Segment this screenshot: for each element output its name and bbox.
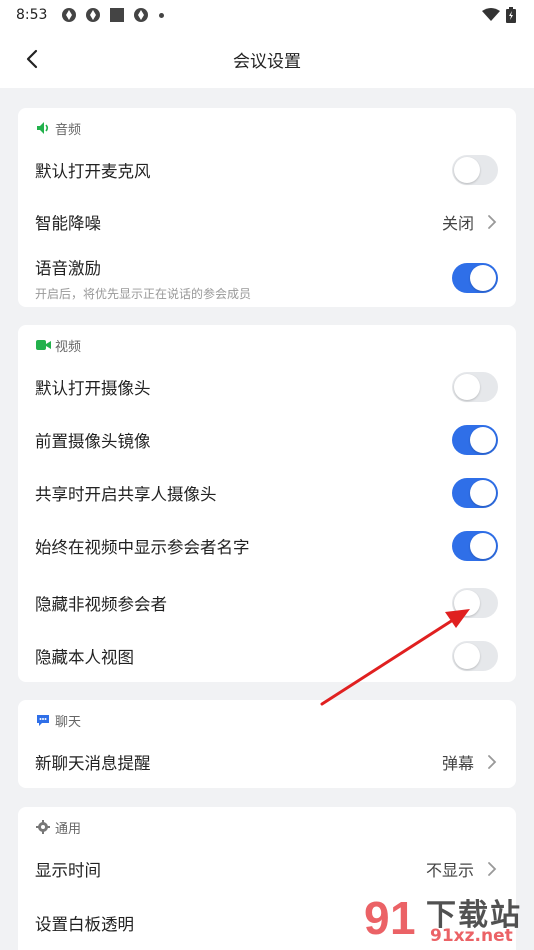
audio-section-card: 音频 默认打开麦克风 智能降噪 关闭 语音激励 开启后，将优先显示正在说话的参会… <box>18 108 516 307</box>
chat-section-title: 聊天 <box>55 714 82 730</box>
page-title: 会议设置 <box>233 51 301 72</box>
setting-row-default-camera[interactable]: 默认打开摄像头 <box>18 365 516 409</box>
toggle-knob <box>470 533 496 559</box>
battery-icon <box>506 7 516 23</box>
setting-row-share-camera[interactable]: 共享时开启共享人摄像头 <box>18 471 516 515</box>
general-section-header: 通用 <box>18 807 516 847</box>
noise-reduction-value: 关闭 <box>441 214 474 233</box>
setting-label: 隐藏非视频参会者 <box>35 595 167 614</box>
video-section-card: 视频 默认打开摄像头 前置摄像头镜像 共享时开启共享人摄像头 始终在视频中显示参… <box>18 325 516 682</box>
setting-label: 默认打开摄像头 <box>35 379 151 398</box>
video-section-title: 视频 <box>55 339 82 355</box>
image-notification-icon <box>110 8 125 22</box>
setting-row-default-mic[interactable]: 默认打开麦克风 <box>18 148 516 192</box>
setting-label: 前置摄像头镜像 <box>35 432 151 451</box>
gear-icon <box>35 819 51 835</box>
default-mic-toggle[interactable] <box>452 155 498 185</box>
setting-label: 显示时间 <box>35 861 101 880</box>
setting-row-new-message-alert[interactable]: 新聊天消息提醒 弹幕 <box>18 740 516 784</box>
setting-label: 设置白板透明 <box>35 915 134 934</box>
front-mirror-toggle[interactable] <box>452 425 498 455</box>
setting-row-show-time[interactable]: 显示时间 不显示 <box>18 847 516 891</box>
show-time-value: 不显示 <box>425 861 474 880</box>
setting-row-noise-reduction[interactable]: 智能降噪 关闭 <box>18 200 516 244</box>
default-camera-toggle[interactable] <box>452 372 498 402</box>
svg-text:1: 1 <box>390 892 416 944</box>
share-camera-toggle[interactable] <box>452 478 498 508</box>
chat-section-card: 聊天 新聊天消息提醒 弹幕 <box>18 700 516 788</box>
setting-row-show-names[interactable]: 始终在视频中显示参会者名字 <box>18 524 516 568</box>
toggle-knob <box>470 265 496 291</box>
toggle-knob <box>454 590 480 616</box>
toggle-knob <box>454 643 480 669</box>
setting-label: 始终在视频中显示参会者名字 <box>35 538 250 557</box>
more-notifications-dot-icon <box>159 12 165 18</box>
setting-label: 语音激励 <box>35 258 101 278</box>
voice-activation-toggle[interactable] <box>452 263 498 293</box>
toggle-knob <box>454 157 480 183</box>
watermark-url: 91xz.net <box>430 926 513 946</box>
video-section-header: 视频 <box>18 325 516 365</box>
setting-label: 共享时开启共享人摄像头 <box>35 485 217 504</box>
hide-non-video-toggle[interactable] <box>452 588 498 618</box>
toggle-knob <box>470 480 496 506</box>
app-notification-icon <box>134 8 149 22</box>
setting-row-hide-non-video[interactable]: 隐藏非视频参会者 <box>18 581 516 625</box>
setting-label: 隐藏本人视图 <box>35 648 134 667</box>
wifi-icon <box>482 8 500 21</box>
setting-row-hide-self-view[interactable]: 隐藏本人视图 <box>18 634 516 678</box>
setting-label: 默认打开麦克风 <box>35 162 151 181</box>
setting-label: 智能降噪 <box>35 214 101 233</box>
chevron-right-icon <box>488 755 497 769</box>
setting-label: 新聊天消息提醒 <box>35 754 151 773</box>
nav-bar: 会议设置 <box>0 30 534 88</box>
status-time: 8:53 <box>16 7 48 23</box>
setting-row-voice-activation[interactable]: 语音激励 开启后，将优先显示正在说话的参会成员 <box>18 252 516 304</box>
watermark-logo: 9 1 下载站 91xz.net <box>360 888 530 948</box>
status-bar: 8:53 <box>0 0 534 30</box>
chat-section-header: 聊天 <box>18 700 516 740</box>
hide-self-view-toggle[interactable] <box>452 641 498 671</box>
toggle-knob <box>470 427 496 453</box>
new-message-alert-value: 弹幕 <box>441 754 474 773</box>
chat-bubble-icon <box>35 712 51 728</box>
show-names-toggle[interactable] <box>452 531 498 561</box>
app-notification-icon <box>62 8 77 22</box>
speaker-icon <box>35 120 51 136</box>
video-camera-icon <box>35 337 51 353</box>
setting-description: 开启后，将优先显示正在说话的参会成员 <box>35 286 252 301</box>
app-notification-icon <box>86 8 101 22</box>
chevron-right-icon <box>488 215 497 229</box>
audio-section-title: 音频 <box>55 122 82 138</box>
general-section-title: 通用 <box>55 821 82 837</box>
setting-row-front-mirror[interactable]: 前置摄像头镜像 <box>18 418 516 462</box>
audio-section-header: 音频 <box>18 108 516 148</box>
chevron-right-icon <box>488 862 497 876</box>
back-arrow-icon[interactable] <box>22 48 44 70</box>
svg-text:9: 9 <box>364 892 390 944</box>
toggle-knob <box>454 374 480 400</box>
